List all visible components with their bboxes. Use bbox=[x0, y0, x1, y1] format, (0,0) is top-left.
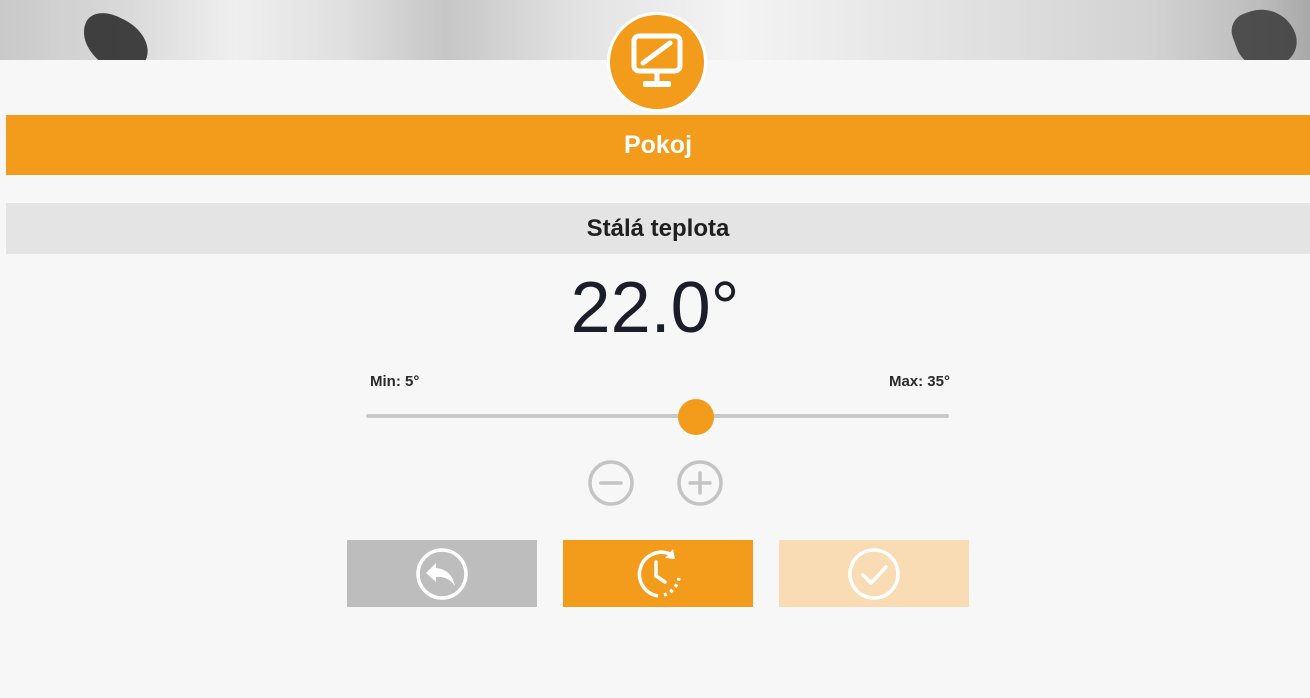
clock-schedule-icon bbox=[637, 548, 681, 598]
undo-arrow-icon bbox=[416, 547, 468, 600]
monitor-icon bbox=[607, 12, 707, 112]
mode-bar: Stálá teplota bbox=[6, 203, 1310, 254]
back-button[interactable] bbox=[347, 540, 537, 607]
decrease-temperature-button[interactable] bbox=[586, 458, 636, 508]
max-temperature-label: Max: 35° bbox=[888, 373, 950, 390]
confirm-button[interactable] bbox=[779, 540, 969, 607]
mode-label: Stálá teplota bbox=[586, 214, 730, 242]
temperature-slider-thumb[interactable] bbox=[678, 399, 714, 435]
schedule-button[interactable] bbox=[563, 540, 753, 607]
temperature-value: 22.0° bbox=[570, 268, 740, 348]
minus-circle-icon bbox=[588, 460, 634, 506]
plus-circle-icon bbox=[677, 460, 723, 506]
check-circle-icon bbox=[848, 547, 900, 600]
increase-temperature-button[interactable] bbox=[675, 458, 725, 508]
temperature-slider-track[interactable] bbox=[366, 414, 949, 418]
room-title-bar: Pokoj bbox=[6, 115, 1310, 175]
min-temperature-label: Min: 5° bbox=[370, 373, 420, 390]
background-shape bbox=[72, 5, 158, 60]
background-shape bbox=[1226, 0, 1304, 60]
room-title: Pokoj bbox=[623, 130, 693, 159]
